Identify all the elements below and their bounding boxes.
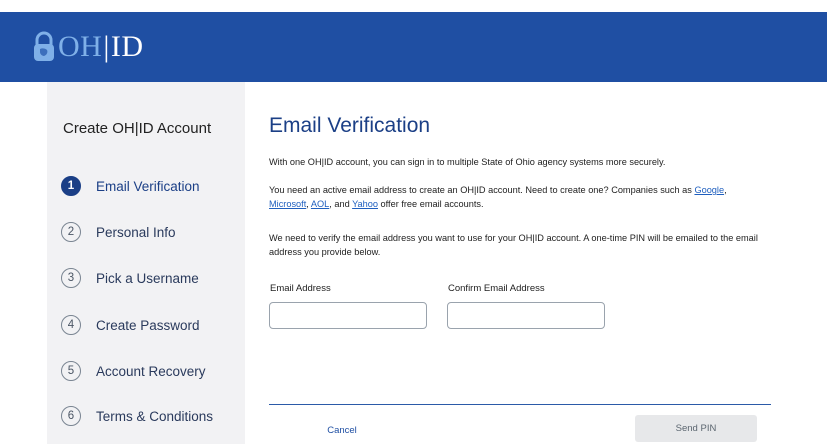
top-spacer (0, 0, 827, 12)
main-content: Email Verification With one OH|ID accoun… (269, 82, 779, 444)
cancel-button[interactable]: Cancel (317, 420, 367, 440)
page-title: Email Verification (269, 114, 431, 137)
verify-text: We need to verify the email address you … (269, 233, 758, 257)
ohid-logo[interactable]: OH|ID (32, 27, 144, 67)
steps-sidebar: Create OH|ID Account 1 Email Verificatio… (47, 82, 245, 444)
app-header: OH|ID (0, 12, 827, 82)
email-field[interactable] (269, 302, 427, 329)
step-number: 2 (61, 222, 81, 242)
confirm-email-label: Confirm Email Address (448, 283, 545, 294)
lock-icon (32, 31, 56, 63)
step-terms-conditions[interactable]: 6 Terms & Conditions (61, 405, 241, 427)
step-label: Create Password (96, 317, 200, 333)
step-label: Account Recovery (96, 363, 206, 379)
step-label: Terms & Conditions (96, 408, 214, 424)
yahoo-link[interactable]: Yahoo (352, 199, 378, 209)
step-number: 1 (61, 176, 81, 196)
step-create-password[interactable]: 4 Create Password (61, 314, 241, 336)
step-label: Pick a Username (96, 270, 199, 286)
step-label: Personal Info (96, 224, 176, 240)
email-label: Email Address (270, 283, 331, 294)
step-pick-username[interactable]: 3 Pick a Username (61, 267, 241, 289)
step-account-recovery[interactable]: 5 Account Recovery (61, 360, 241, 382)
step-number: 5 (61, 361, 81, 381)
confirm-email-field[interactable] (447, 302, 605, 329)
step-label: Email Verification (96, 178, 200, 194)
step-email-verification[interactable]: 1 Email Verification (61, 175, 241, 197)
step-number: 6 (61, 406, 81, 426)
sidebar-title: Create OH|ID Account (63, 120, 212, 137)
step-personal-info[interactable]: 2 Personal Info (61, 221, 241, 243)
microsoft-link[interactable]: Microsoft (269, 199, 306, 209)
google-link[interactable]: Google (694, 185, 724, 195)
step-number: 4 (61, 315, 81, 335)
send-pin-button[interactable]: Send PIN (635, 415, 757, 442)
footer-divider (269, 404, 771, 405)
logo-text: OH|ID (58, 30, 144, 63)
intro-text: With one OH|ID account, you can sign in … (269, 157, 666, 167)
email-need-text: You need an active email address to crea… (269, 185, 727, 209)
step-number: 3 (61, 268, 81, 288)
aol-link[interactable]: AOL (311, 199, 329, 209)
